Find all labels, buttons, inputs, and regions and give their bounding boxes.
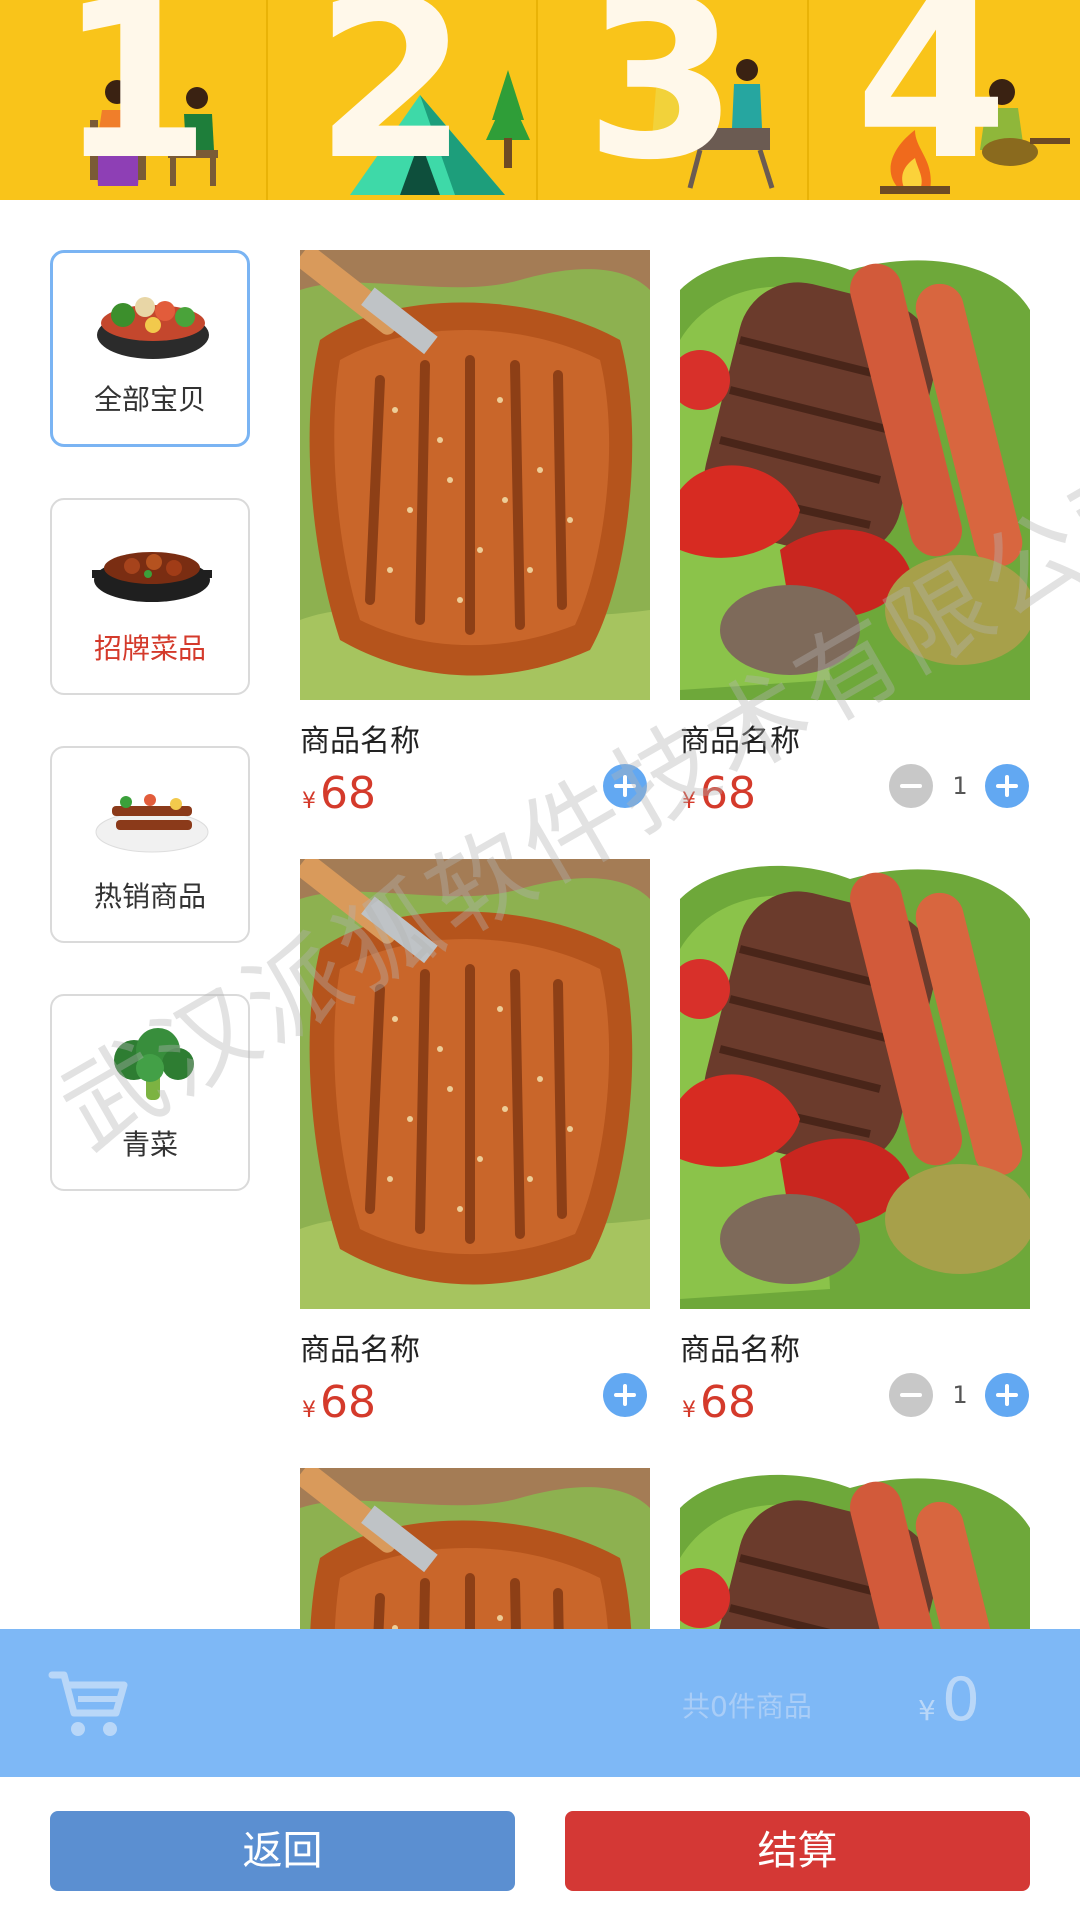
category-label: 全部宝贝 [93, 383, 206, 416]
product-image[interactable] [300, 250, 650, 700]
decrease-quantity-button[interactable] [889, 764, 933, 808]
category-vegetables[interactable]: 青菜 [50, 994, 250, 1191]
back-button[interactable]: 返回 [50, 1811, 515, 1891]
add-to-cart-button[interactable] [603, 1373, 647, 1417]
increase-quantity-button[interactable] [985, 1373, 1029, 1417]
currency-symbol: ¥ [682, 1398, 696, 1423]
price-value: 68 [700, 768, 756, 819]
cart-total-value: 0 [941, 1665, 981, 1735]
footer-actions: 返回 结算 [0, 1777, 1080, 1920]
product-image[interactable] [300, 1468, 650, 1629]
product-image[interactable] [680, 250, 1030, 700]
price-value: 68 [700, 1377, 756, 1428]
braised-dish-icon [92, 552, 212, 602]
product-image[interactable] [680, 859, 1030, 1309]
add-to-cart-button[interactable] [603, 764, 647, 808]
category-label: 招牌菜品 [93, 632, 206, 665]
product-card[interactable] [300, 1468, 650, 1629]
product-card[interactable]: 商品名称 ¥68 [300, 859, 650, 1439]
quantity-value: 1 [952, 772, 968, 800]
banner-number-4: 4 [855, 0, 1009, 200]
banner-number-2: 2 [315, 0, 469, 200]
product-image[interactable] [300, 859, 650, 1309]
product-name: 商品名称 [680, 1333, 800, 1368]
product-price: ¥68 [682, 1377, 756, 1428]
product-image[interactable] [680, 1468, 1030, 1629]
quantity-value: 1 [952, 1381, 968, 1409]
price-value: 68 [320, 1377, 376, 1428]
product-name: 商品名称 [680, 724, 800, 759]
cart-item-count: 共0件商品 [682, 1690, 812, 1723]
skewers-plate-icon [95, 794, 209, 853]
currency-symbol: ¥ [302, 789, 316, 814]
product-card[interactable]: 商品名称 ¥68 [300, 250, 650, 830]
banner-divider [266, 0, 268, 200]
price-value: 68 [320, 768, 376, 819]
product-price: ¥68 [302, 768, 376, 819]
category-all-items[interactable]: 全部宝贝 [50, 250, 250, 447]
banner-number-3: 3 [585, 0, 739, 200]
product-price: ¥68 [302, 1377, 376, 1428]
checkout-button[interactable]: 结算 [565, 1811, 1030, 1891]
category-label: 热销商品 [93, 880, 206, 913]
product-name: 商品名称 [300, 1333, 420, 1368]
banner-divider [536, 0, 538, 200]
shopping-cart-icon[interactable] [48, 1669, 128, 1741]
product-card[interactable]: 商品名称 ¥68 1 [680, 859, 1030, 1439]
decrease-quantity-button[interactable] [889, 1373, 933, 1417]
banner-divider [807, 0, 809, 200]
product-name: 商品名称 [300, 724, 420, 759]
currency-symbol: ¥ [918, 1694, 936, 1727]
cart-total-price: ¥0 [918, 1665, 980, 1735]
category-hot-sellers[interactable]: 热销商品 [50, 746, 250, 943]
product-card[interactable]: 商品名称 ¥68 1 [680, 250, 1030, 830]
cart-summary-bar[interactable]: 共0件商品 ¥0 [0, 1629, 1080, 1777]
category-label: 青菜 [121, 1128, 178, 1161]
hotpot-bowl-icon [97, 297, 209, 359]
currency-symbol: ¥ [302, 1398, 316, 1423]
broccoli-icon [114, 1028, 194, 1100]
product-price: ¥68 [682, 768, 756, 819]
increase-quantity-button[interactable] [985, 764, 1029, 808]
promo-banner[interactable]: 1 2 3 4 [0, 0, 1080, 200]
banner-number-1: 1 [58, 0, 212, 200]
currency-symbol: ¥ [682, 789, 696, 814]
category-signature-dishes[interactable]: 招牌菜品 [50, 498, 250, 695]
product-card[interactable] [680, 1468, 1030, 1629]
